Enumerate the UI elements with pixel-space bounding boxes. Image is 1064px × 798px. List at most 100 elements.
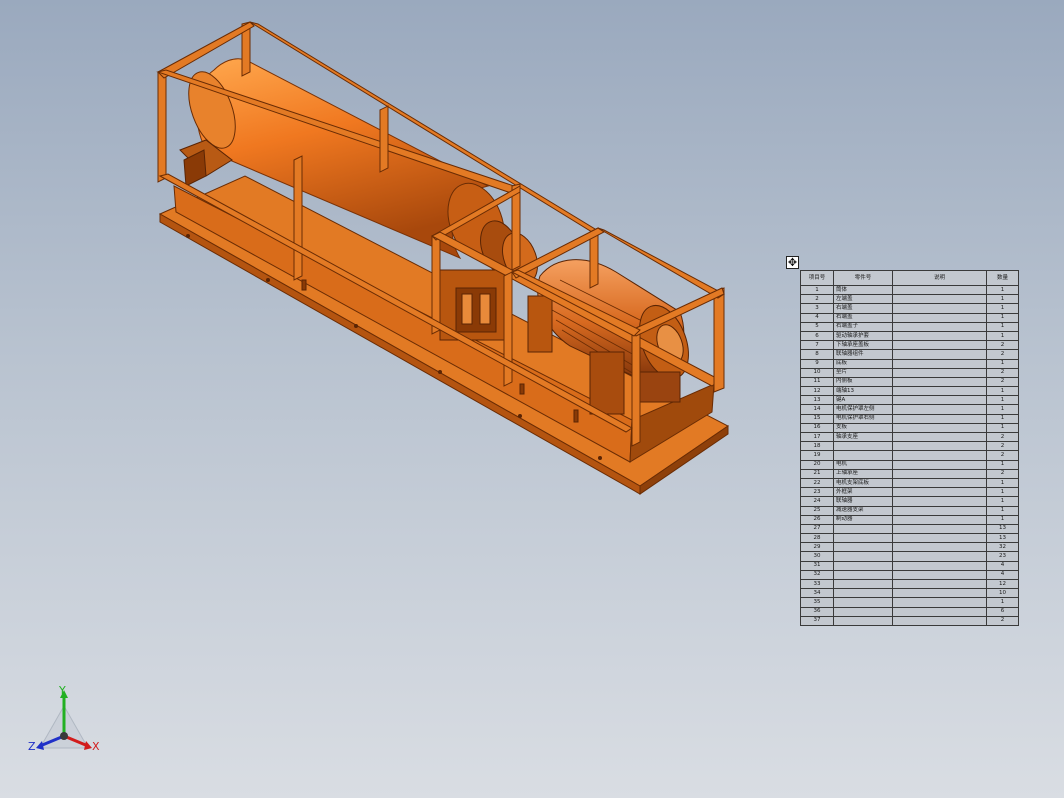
bom-row[interactable]: 25 减速器支架 1 bbox=[800, 505, 1019, 516]
bom-cell-part-no: 下轴承座盖板 bbox=[833, 340, 893, 351]
bom-row[interactable]: 11 内侧板 2 bbox=[800, 376, 1019, 388]
bom-cell-item-no: 32 bbox=[800, 569, 834, 581]
bom-row[interactable]: 23 外框架 1 bbox=[800, 487, 1019, 498]
bom-row[interactable]: 6 驱动轴承护套 1 bbox=[800, 330, 1019, 342]
bom-row[interactable]: 3 右端盖 1 bbox=[800, 303, 1019, 314]
bom-cell-part-no: 驱动轴承护套 bbox=[833, 330, 893, 342]
bom-cell-item-no: 19 bbox=[800, 450, 834, 461]
bom-row[interactable]: 24 联轴器 1 bbox=[800, 496, 1019, 507]
bom-cell-part-no bbox=[833, 542, 893, 553]
bom-row[interactable]: 33 12 bbox=[800, 578, 1019, 590]
bom-cell-description bbox=[892, 523, 987, 535]
bom-cell-description bbox=[892, 294, 987, 305]
bom-row[interactable]: 7 下轴承座盖板 2 bbox=[800, 340, 1019, 351]
bom-row[interactable]: 31 4 bbox=[800, 560, 1019, 571]
bom-cell-description bbox=[892, 376, 987, 388]
bom-cell-item-no: 36 bbox=[800, 606, 834, 617]
bom-cell-quantity: 1 bbox=[986, 477, 1019, 489]
bom-cell-item-no: 37 bbox=[800, 615, 834, 626]
bom-cell-item-no: 18 bbox=[800, 441, 834, 452]
bom-cell-description bbox=[892, 431, 987, 443]
bom-row[interactable]: 28 13 bbox=[800, 533, 1019, 544]
bom-cell-part-no: 电机 bbox=[833, 459, 893, 470]
bom-cell-description bbox=[892, 450, 987, 461]
bom-header-quantity: 数量 bbox=[986, 270, 1019, 286]
bom-cell-description bbox=[892, 496, 987, 507]
bom-cell-quantity: 1 bbox=[986, 505, 1019, 516]
bom-cell-description bbox=[892, 330, 987, 342]
bom-cell-quantity: 23 bbox=[986, 551, 1019, 562]
bom-cell-part-no bbox=[833, 533, 893, 544]
graphics-viewport[interactable]: ✥ 项目号 零件号 说明 数量 1 筒体 1 2 左端盖 1 3 右端盖 1 4 右端盖 1 5 右端盖子… bbox=[0, 0, 1064, 798]
bill-of-materials-table[interactable]: 项目号 零件号 说明 数量 1 筒体 1 2 左端盖 1 3 右端盖 1 4 右端盖 1 5 右端盖子 1 6… bbox=[800, 270, 1019, 626]
bom-row[interactable]: 9 底板 1 bbox=[800, 358, 1019, 369]
bom-cell-quantity: 2 bbox=[986, 441, 1019, 452]
bom-row[interactable]: 27 13 bbox=[800, 523, 1019, 535]
bom-cell-description bbox=[892, 597, 987, 608]
table-move-handle-icon[interactable]: ✥ bbox=[786, 256, 799, 269]
bom-cell-quantity: 1 bbox=[986, 487, 1019, 498]
bom-row[interactable]: 1 筒体 1 bbox=[800, 284, 1019, 296]
bom-row[interactable]: 13 键A 1 bbox=[800, 395, 1019, 406]
bom-row[interactable]: 21 上轴承座 2 bbox=[800, 468, 1019, 479]
bom-cell-item-no: 15 bbox=[800, 413, 834, 424]
bom-cell-description bbox=[892, 321, 987, 332]
bom-row[interactable]: 8 联轴器组件 2 bbox=[800, 349, 1019, 360]
bom-row[interactable]: 12 端轴13 1 bbox=[800, 386, 1019, 397]
bom-row[interactable]: 19 2 bbox=[800, 450, 1019, 461]
bom-cell-item-no: 34 bbox=[800, 588, 834, 599]
bom-row[interactable]: 36 6 bbox=[800, 606, 1019, 617]
orientation-triad[interactable]: Y X Z bbox=[26, 684, 106, 756]
bom-row[interactable]: 32 4 bbox=[800, 569, 1019, 581]
bom-row[interactable]: 29 32 bbox=[800, 542, 1019, 553]
bom-cell-quantity: 2 bbox=[986, 367, 1019, 378]
bom-row[interactable]: 18 2 bbox=[800, 441, 1019, 452]
bom-header-part-no: 零件号 bbox=[833, 270, 893, 286]
bom-cell-item-no: 2 bbox=[800, 294, 834, 305]
bom-row[interactable]: 34 10 bbox=[800, 588, 1019, 599]
bom-cell-quantity: 4 bbox=[986, 569, 1019, 581]
bom-row[interactable]: 35 1 bbox=[800, 597, 1019, 608]
bom-cell-description bbox=[892, 578, 987, 590]
bom-cell-part-no: 联轴器组件 bbox=[833, 349, 893, 360]
bom-cell-description bbox=[892, 569, 987, 581]
bom-cell-item-no: 10 bbox=[800, 367, 834, 378]
bom-row[interactable]: 26 制动器 1 bbox=[800, 514, 1019, 525]
bom-cell-quantity: 1 bbox=[986, 284, 1019, 296]
bom-header-row: 项目号 零件号 说明 数量 bbox=[800, 270, 1019, 286]
bom-cell-part-no: 右端盖 bbox=[833, 312, 893, 323]
bom-cell-part-no bbox=[833, 441, 893, 452]
bom-row[interactable]: 37 2 bbox=[800, 615, 1019, 626]
bom-cell-description bbox=[892, 386, 987, 397]
bom-row[interactable]: 10 垫片 2 bbox=[800, 367, 1019, 378]
bom-row[interactable]: 22 电机支架底板 1 bbox=[800, 477, 1019, 489]
bom-row[interactable]: 5 右端盖子 1 bbox=[800, 321, 1019, 332]
bom-cell-part-no: 轴承支座 bbox=[833, 431, 893, 443]
bom-cell-quantity: 2 bbox=[986, 431, 1019, 443]
bom-cell-quantity: 32 bbox=[986, 542, 1019, 553]
bom-cell-item-no: 26 bbox=[800, 514, 834, 525]
bom-cell-item-no: 31 bbox=[800, 560, 834, 571]
bom-row[interactable]: 14 电机保护罩左侧 1 bbox=[800, 404, 1019, 415]
bom-cell-part-no: 外框架 bbox=[833, 487, 893, 498]
bom-cell-item-no: 20 bbox=[800, 459, 834, 470]
bom-row[interactable]: 30 23 bbox=[800, 551, 1019, 562]
bom-cell-quantity: 12 bbox=[986, 578, 1019, 590]
bom-cell-item-no: 17 bbox=[800, 431, 834, 443]
bom-cell-quantity: 1 bbox=[986, 459, 1019, 470]
bom-row[interactable]: 2 左端盖 1 bbox=[800, 294, 1019, 305]
bom-cell-quantity: 1 bbox=[986, 404, 1019, 415]
bom-cell-description bbox=[892, 349, 987, 360]
bom-row[interactable]: 4 右端盖 1 bbox=[800, 312, 1019, 323]
bom-cell-item-no: 14 bbox=[800, 404, 834, 415]
bom-cell-part-no bbox=[833, 450, 893, 461]
bom-row[interactable]: 15 电机保护罩右侧 1 bbox=[800, 413, 1019, 424]
bom-row[interactable]: 16 支板 1 bbox=[800, 422, 1019, 434]
bom-cell-part-no bbox=[833, 560, 893, 571]
bom-row[interactable]: 17 轴承支座 2 bbox=[800, 431, 1019, 443]
bom-cell-item-no: 25 bbox=[800, 505, 834, 516]
bom-cell-item-no: 23 bbox=[800, 487, 834, 498]
bom-row[interactable]: 20 电机 1 bbox=[800, 459, 1019, 470]
bom-cell-item-no: 29 bbox=[800, 542, 834, 553]
bom-cell-quantity: 1 bbox=[986, 330, 1019, 342]
